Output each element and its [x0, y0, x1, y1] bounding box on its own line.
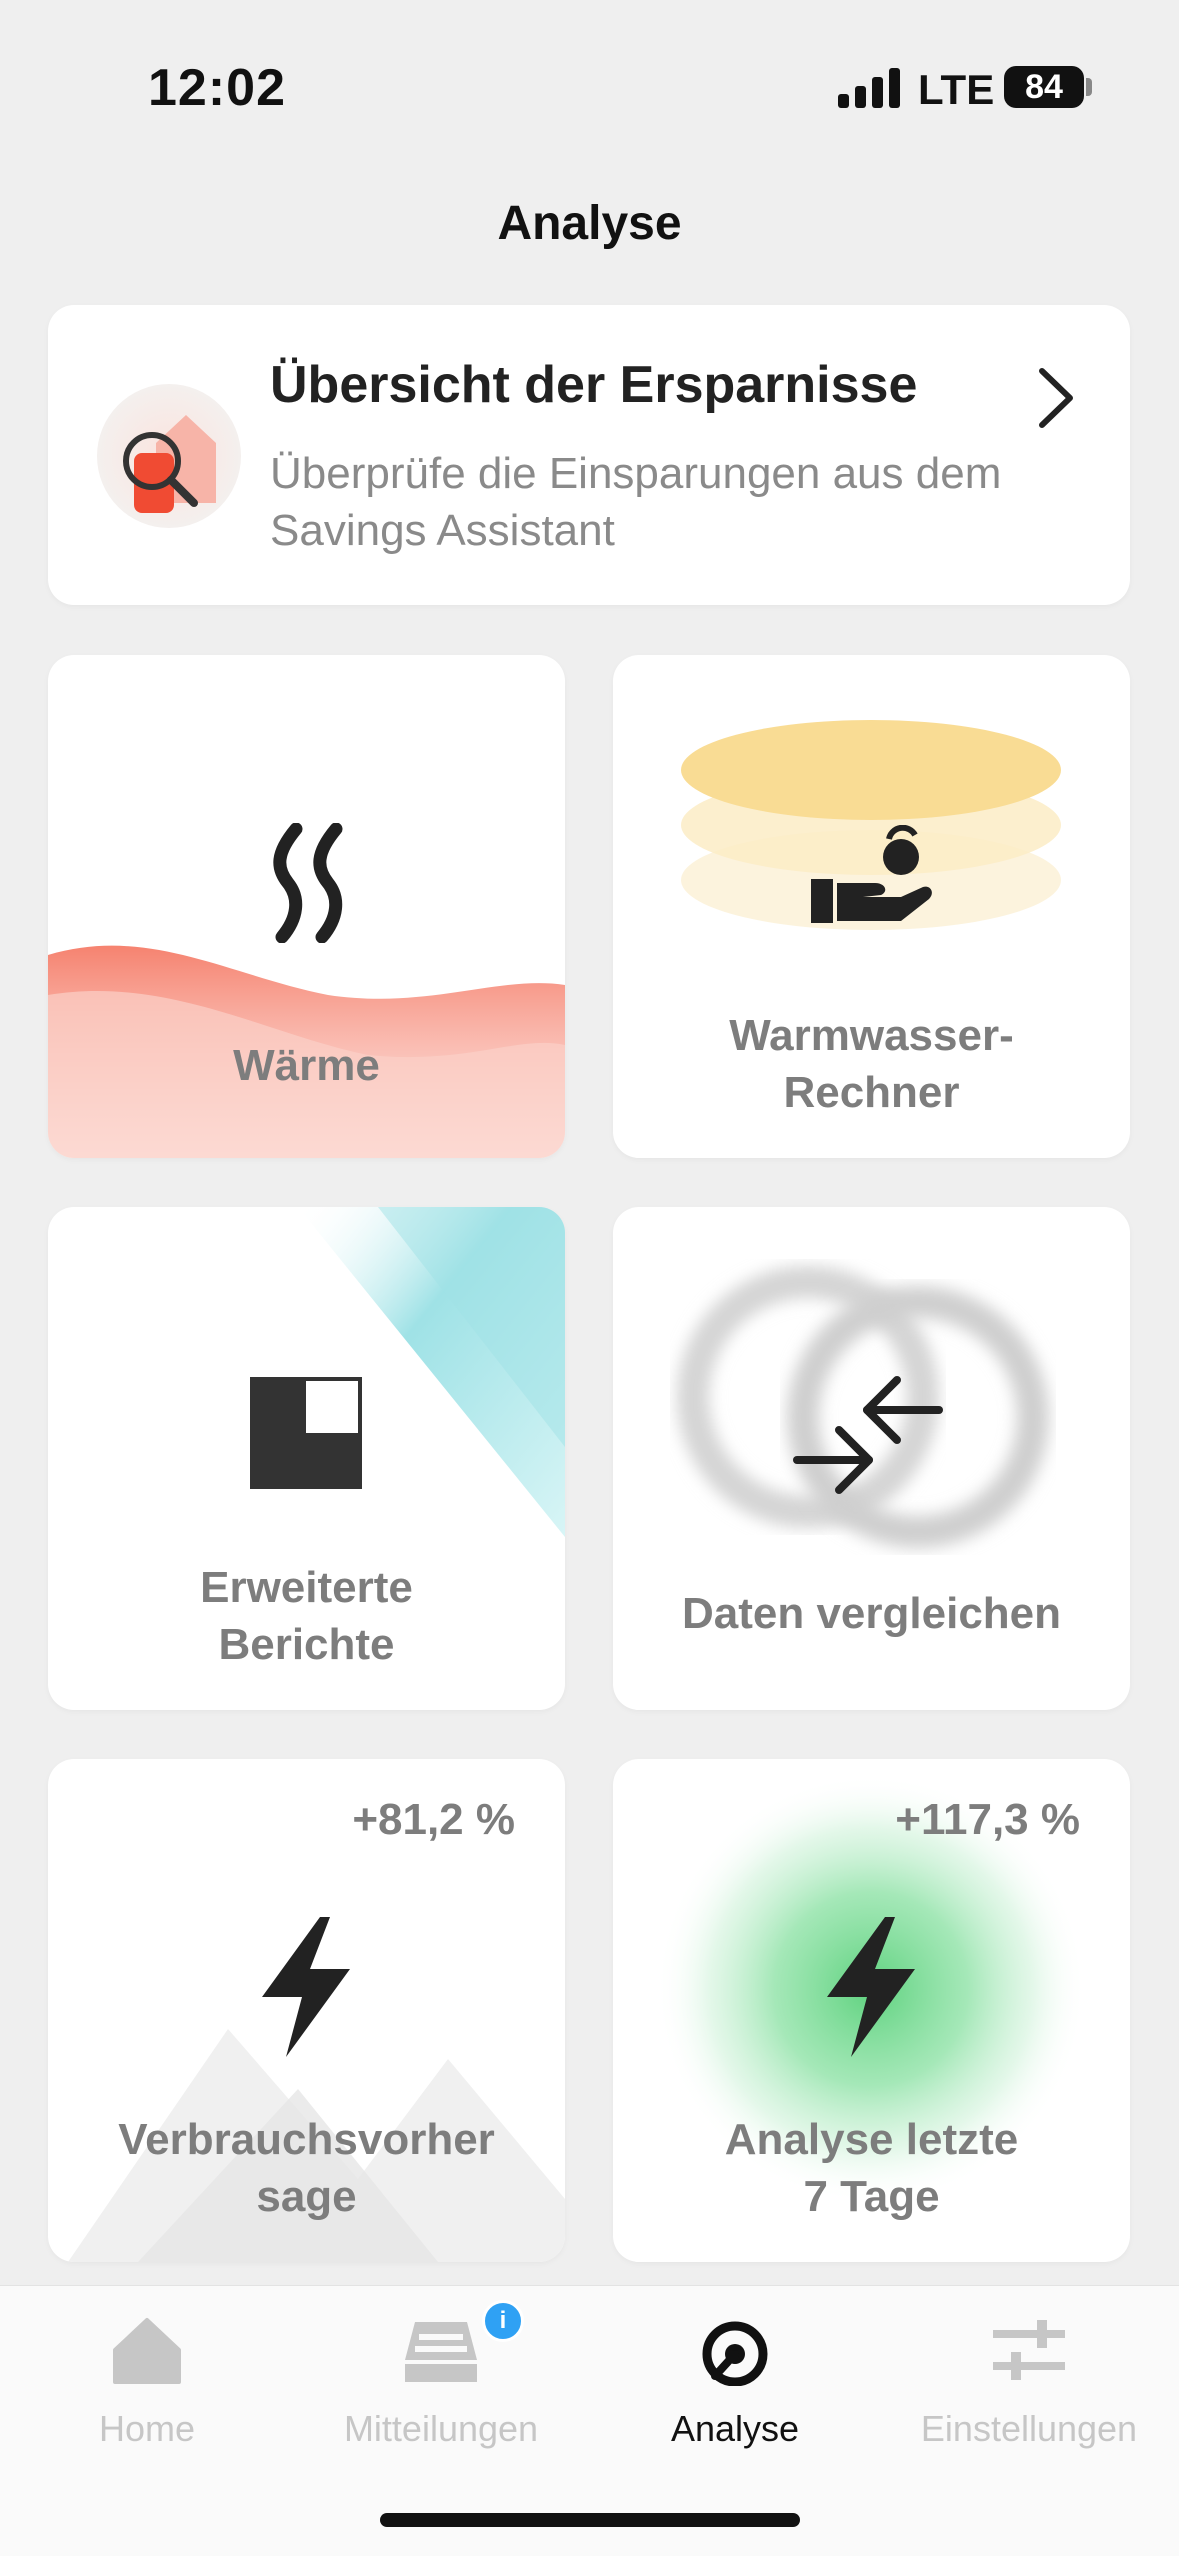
savings-overview-card[interactable]: Übersicht der Ersparnisse Überprüfe die …: [48, 305, 1130, 605]
tile-label: Wärme: [233, 1041, 380, 1090]
percent-change: +117,3 %: [895, 1795, 1080, 1844]
tab-label: Mitteilungen: [343, 2408, 539, 2449]
report-icon: [250, 1377, 362, 1489]
analysis-icon: [702, 2321, 768, 2386]
inbox-icon: [405, 2322, 477, 2382]
tile-label: Daten vergleichen: [681, 1589, 1062, 1638]
tile-label: Warmwasser- Rechner: [729, 1011, 1014, 1117]
status-time: 12:02: [148, 59, 286, 117]
tab-mitteilungen[interactable]: Mitteilungen: [294, 2306, 588, 2456]
info-badge: i: [482, 2300, 524, 2342]
tile-label: Erweiterte Berichte: [200, 1563, 413, 1669]
savings-subtitle: Überprüfe die Einsparungen aus dem Savin…: [270, 449, 1002, 555]
page-title: Analyse: [497, 197, 682, 250]
tab-label: Einstellungen: [920, 2408, 1138, 2449]
tile-waerme[interactable]: Wärme: [48, 655, 565, 1158]
magnifier-house-icon: [97, 384, 241, 528]
tile-analyse-letzte-7-tage[interactable]: +117,3 % Analyse letzte 7 Tage: [613, 1759, 1130, 2262]
heat-waves-icon: [273, 823, 343, 943]
lightning-icon: [827, 1917, 915, 2057]
sliders-icon: [993, 2320, 1065, 2380]
tile-erweiterte-berichte[interactable]: Erweiterte Berichte: [48, 1207, 565, 1710]
chevron-right-icon: [1039, 368, 1073, 428]
tile-label: Analyse letzte 7 Tage: [724, 2115, 1019, 2221]
home-indicator: [380, 2513, 800, 2527]
house-icon: [113, 2318, 181, 2384]
tile-daten-vergleichen[interactable]: Daten vergleichen: [613, 1207, 1130, 1710]
tile-verbrauchsvorhersage[interactable]: +81,2 % Verbrauchsvorher sage: [48, 1759, 565, 2262]
tab-label: Home: [98, 2408, 196, 2449]
status-bar: 12:02 LTE 84: [0, 0, 1179, 180]
tab-analyse[interactable]: Analyse: [588, 2306, 882, 2456]
hand-coin-icon: [811, 825, 932, 923]
tab-einstellungen[interactable]: Einstellungen: [882, 2306, 1176, 2456]
tile-warmwasser-rechner[interactable]: Warmwasser- Rechner: [613, 655, 1130, 1158]
tab-bar: Home Mitteilungen i Analyse Einstellunge…: [0, 2285, 1179, 2556]
percent-change: +81,2 %: [352, 1795, 515, 1844]
lightning-icon: [262, 1917, 350, 2057]
savings-title: Übersicht der Ersparnisse: [270, 356, 918, 414]
compare-arrows-icon: [793, 1376, 943, 1494]
tab-home[interactable]: Home: [0, 2306, 294, 2456]
network-label: LTE: [918, 66, 995, 113]
tab-label: Analyse: [670, 2408, 800, 2449]
battery-tip: [1086, 78, 1092, 96]
battery-icon: 84: [1004, 66, 1084, 108]
tile-label: Verbrauchsvorher sage: [118, 2115, 495, 2221]
signal-icon: [838, 68, 900, 108]
